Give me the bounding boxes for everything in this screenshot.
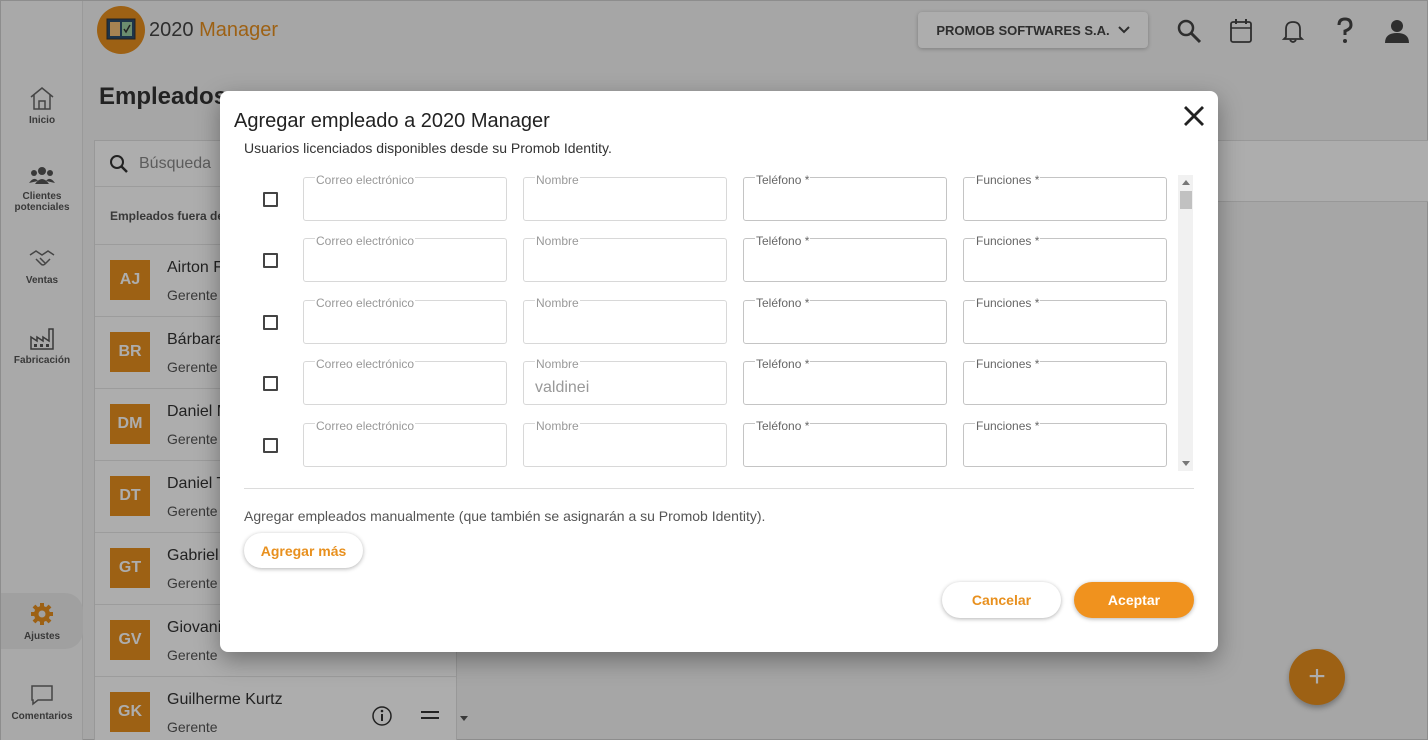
field-label: Teléfono * <box>755 234 811 248</box>
add-more-button[interactable]: Agregar más <box>244 533 363 568</box>
email-field[interactable]: Correo electrónico <box>303 419 507 467</box>
phone-field[interactable]: Teléfono * <box>743 296 947 344</box>
field-label: Correo electrónico <box>315 357 416 371</box>
name-field[interactable]: Nombre valdinei <box>523 357 727 405</box>
roles-field[interactable]: Funciones * <box>963 296 1167 344</box>
user-row: Correo electrónico Nombre valdinei Teléfo… <box>244 357 1178 405</box>
field-label: Teléfono * <box>755 419 811 433</box>
add-employee-dialog: Agregar empleado a 2020 Manager Usuarios… <box>220 91 1218 652</box>
divider <box>244 488 1194 489</box>
phone-field[interactable]: Teléfono * <box>743 234 947 282</box>
scrollbar[interactable] <box>1178 175 1193 471</box>
field-label: Correo electrónico <box>315 296 416 310</box>
user-row: Correo electrónico Nombre Teléfono * Fun… <box>244 173 1178 221</box>
user-row: Correo electrónico Nombre Teléfono * Fun… <box>244 296 1178 344</box>
roles-field[interactable]: Funciones * <box>963 234 1167 282</box>
email-field[interactable]: Correo electrónico <box>303 173 507 221</box>
dialog-subtitle: Usuarios licenciados disponibles desde s… <box>244 140 612 156</box>
field-label: Correo electrónico <box>315 419 416 433</box>
accept-button[interactable]: Aceptar <box>1074 582 1194 618</box>
phone-field[interactable]: Teléfono * <box>743 419 947 467</box>
field-label: Funciones * <box>975 234 1041 248</box>
name-field[interactable]: Nombre <box>523 296 727 344</box>
email-field[interactable]: Correo electrónico <box>303 357 507 405</box>
field-label: Nombre <box>535 419 580 433</box>
field-label: Funciones * <box>975 419 1041 433</box>
field-label: Funciones * <box>975 357 1041 371</box>
row-checkbox[interactable] <box>263 438 278 453</box>
phone-field[interactable]: Teléfono * <box>743 173 947 221</box>
email-field[interactable]: Correo electrónico <box>303 296 507 344</box>
licensed-users-list: Correo electrónico Nombre Teléfono * Fun… <box>244 173 1178 473</box>
close-button[interactable] <box>1180 102 1208 130</box>
field-label: Funciones * <box>975 296 1041 310</box>
cancel-button[interactable]: Cancelar <box>942 582 1061 618</box>
field-label: Correo electrónico <box>315 234 416 248</box>
phone-field[interactable]: Teléfono * <box>743 357 947 405</box>
close-icon <box>1184 106 1204 126</box>
roles-field[interactable]: Funciones * <box>963 419 1167 467</box>
name-field[interactable]: Nombre <box>523 234 727 282</box>
manual-add-text: Agregar empleados manualmente (que tambi… <box>244 508 766 524</box>
name-field[interactable]: Nombre <box>523 419 727 467</box>
field-label: Correo electrónico <box>315 173 416 187</box>
field-label: Nombre <box>535 296 580 310</box>
scrollbar-thumb[interactable] <box>1180 191 1192 209</box>
field-label: Nombre <box>535 357 580 371</box>
name-field[interactable]: Nombre <box>523 173 727 221</box>
field-label: Nombre <box>535 173 580 187</box>
dialog-title: Agregar empleado a 2020 Manager <box>234 110 550 132</box>
user-row: Correo electrónico Nombre Teléfono * Fun… <box>244 234 1178 282</box>
field-label: Teléfono * <box>755 173 811 187</box>
field-label: Teléfono * <box>755 296 811 310</box>
email-field[interactable]: Correo electrónico <box>303 234 507 282</box>
row-checkbox[interactable] <box>263 253 278 268</box>
field-value: valdinei <box>535 379 590 396</box>
roles-field[interactable]: Funciones * <box>963 173 1167 221</box>
row-checkbox[interactable] <box>263 315 278 330</box>
row-checkbox[interactable] <box>263 376 278 391</box>
field-label: Funciones * <box>975 173 1041 187</box>
field-label: Teléfono * <box>755 357 811 371</box>
field-label: Nombre <box>535 234 580 248</box>
scroll-up-arrow[interactable] <box>1182 180 1190 185</box>
user-row: Correo electrónico Nombre Teléfono * Fun… <box>244 419 1178 467</box>
roles-field[interactable]: Funciones * <box>963 357 1167 405</box>
scroll-down-arrow[interactable] <box>1182 461 1190 466</box>
row-checkbox[interactable] <box>263 192 278 207</box>
